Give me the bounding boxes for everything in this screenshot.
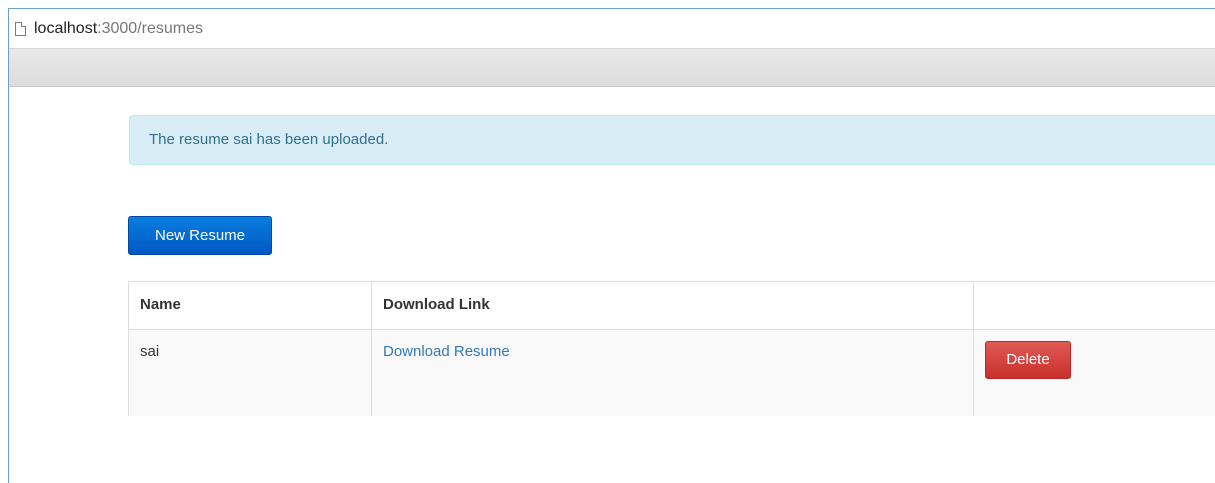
delete-button[interactable]: Delete [985,341,1071,379]
resumes-table: Name Download Link sai Download Resume D… [128,281,1215,416]
header-name: Name [129,282,372,329]
page-icon [15,22,26,36]
table-row: sai Download Resume Delete [129,330,1215,416]
header-download-link: Download Link [372,282,974,329]
url-path: :3000/resumes [97,20,203,37]
table-header-row: Name Download Link [129,282,1215,330]
alert-message: The resume sai has been uploaded. [149,131,389,148]
browser-window: localhost:3000/resumes The resume sai ha… [8,8,1215,483]
address-bar[interactable]: localhost:3000/resumes [9,9,1215,49]
url-text[interactable]: localhost:3000/resumes [34,20,203,38]
new-resume-button[interactable]: New Resume [128,216,272,255]
download-resume-link[interactable]: Download Resume [383,343,510,360]
upload-alert: The resume sai has been uploaded. [129,115,1215,165]
header-actions [974,282,1215,329]
cell-name: sai [129,330,372,416]
cell-actions: Delete [974,330,1215,416]
cell-download: Download Resume [372,330,974,416]
url-host: localhost [34,20,98,37]
browser-toolbar [9,49,1215,87]
